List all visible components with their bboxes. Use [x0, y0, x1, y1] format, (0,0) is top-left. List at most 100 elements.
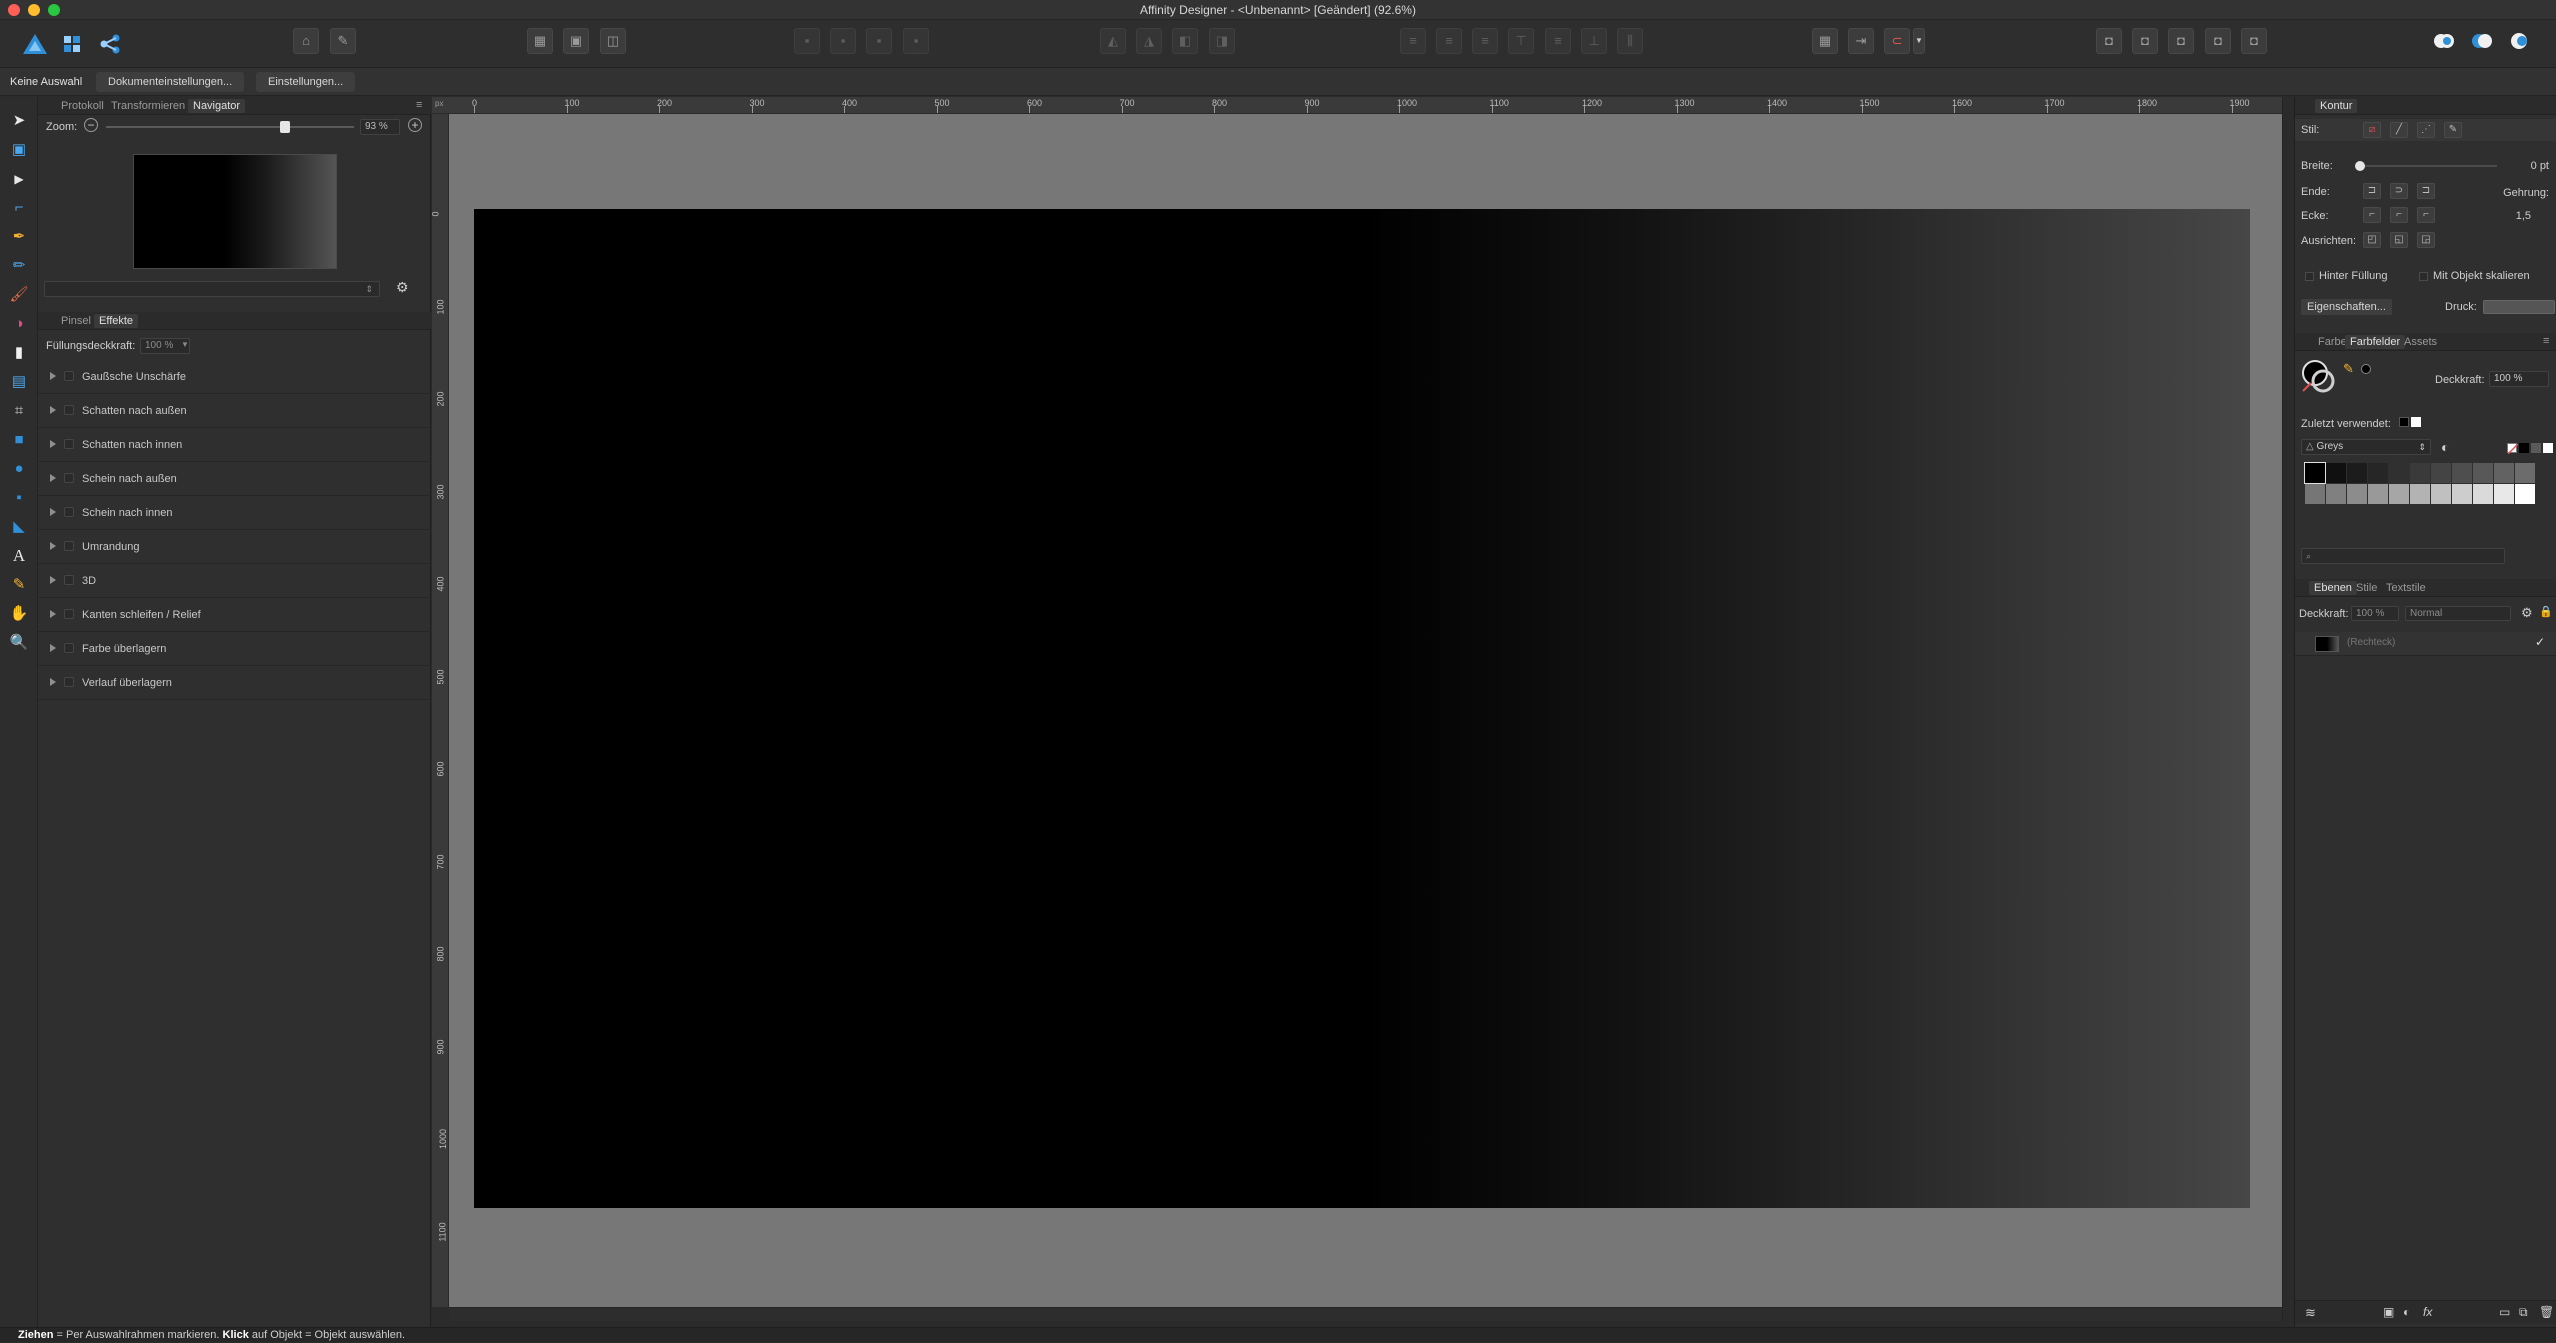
artboard-rectangle[interactable]: [474, 209, 2250, 1208]
boolean-add-icon[interactable]: ◘: [2096, 28, 2122, 54]
pixel-view-icon[interactable]: ▦: [527, 28, 553, 54]
align-bottom-icon[interactable]: ⊥: [1581, 28, 1607, 54]
grey-swatch[interactable]: [2431, 484, 2451, 504]
fill-opacity-dropdown-icon[interactable]: ▼: [181, 340, 189, 349]
grey-swatch[interactable]: [2410, 484, 2430, 504]
effect-row[interactable]: Schein nach innen: [38, 497, 431, 530]
rotate-right-icon[interactable]: ◨: [1209, 28, 1235, 54]
expand-triangle-icon[interactable]: [50, 542, 56, 550]
expand-triangle-icon[interactable]: [50, 678, 56, 686]
tab-transformieren[interactable]: Transformieren: [106, 99, 190, 113]
recent-swatch-black[interactable]: [2399, 417, 2409, 427]
expand-triangle-icon[interactable]: [50, 372, 56, 380]
outline-view-icon[interactable]: ◫: [600, 28, 626, 54]
effect-checkbox[interactable]: [64, 507, 74, 517]
tab-effekte[interactable]: Effekte: [94, 314, 139, 328]
effect-row[interactable]: Farbe überlagern: [38, 633, 431, 666]
flip-vertical-icon[interactable]: ◮: [1136, 28, 1162, 54]
align-center-icon[interactable]: ≡: [1436, 28, 1462, 54]
add-swatch-icon[interactable]: ◐: [2441, 439, 2449, 455]
behind-fill-checkbox[interactable]: [2305, 272, 2314, 281]
effect-checkbox[interactable]: [64, 643, 74, 653]
assistant-icon[interactable]: ⌂: [293, 28, 319, 54]
align-right-icon[interactable]: ≡: [1472, 28, 1498, 54]
document-settings-button[interactable]: Dokumenteinstellungen...: [96, 72, 245, 92]
grey-swatch[interactable]: [2515, 463, 2535, 483]
layer-settings-gear-icon[interactable]: ⚙: [2521, 605, 2533, 621]
tab-farbfelder[interactable]: Farbfelder: [2345, 335, 2406, 349]
effect-checkbox[interactable]: [64, 405, 74, 415]
swatch-search-field[interactable]: ⌕: [2301, 548, 2505, 564]
place-image-tool-icon[interactable]: ▤: [7, 370, 31, 394]
fx-icon[interactable]: fx: [2423, 1305, 2432, 1319]
tab-ebenen[interactable]: Ebenen: [2309, 581, 2357, 595]
grey-swatch[interactable]: [2326, 484, 2346, 504]
tab-kontur[interactable]: Kontur: [2315, 99, 2358, 113]
grey-swatch[interactable]: [2389, 484, 2409, 504]
black-swatch-quick[interactable]: [2519, 443, 2529, 453]
view-point-dropdown[interactable]: ⇕: [44, 281, 380, 297]
bevel-join-icon[interactable]: ⌐: [2417, 207, 2435, 223]
pressure-graph[interactable]: [2483, 300, 2555, 314]
stroke-properties-button[interactable]: Eigenschaften...: [2301, 299, 2392, 315]
duplicate-layer-icon[interactable]: ⧉: [2519, 1305, 2528, 1320]
boolean-subtract-icon[interactable]: ◘: [2132, 28, 2158, 54]
grey-swatch[interactable]: [2326, 463, 2346, 483]
align-inside-icon[interactable]: ◰: [2363, 232, 2381, 248]
grey-swatch[interactable]: [2431, 463, 2451, 483]
vertical-ruler[interactable]: 0 100 200 300 400 500 600 700 800 900 1000 1100: [432, 114, 449, 1307]
grey-swatch[interactable]: [2494, 484, 2514, 504]
zoom-in-icon[interactable]: +: [408, 118, 422, 132]
layer-opacity-field[interactable]: 100 %: [2351, 606, 2399, 621]
fill-stroke-selector[interactable]: [2301, 359, 2335, 393]
arrange-forward-icon[interactable]: ▪: [866, 28, 892, 54]
none-swatch-icon[interactable]: [2507, 443, 2518, 454]
adjustment-icon[interactable]: ◐: [2403, 1305, 2410, 1319]
panel-menu-icon[interactable]: ≡: [416, 99, 422, 111]
effect-row[interactable]: Verlauf überlagern: [38, 667, 431, 700]
expand-triangle-icon[interactable]: [50, 610, 56, 618]
stroke-width-slider[interactable]: [2355, 161, 2497, 171]
effect-checkbox[interactable]: [64, 575, 74, 585]
layer-row[interactable]: (Rechteck) ✓: [2295, 632, 2556, 656]
add-layer-icon[interactable]: ▭: [2499, 1305, 2510, 1319]
effect-checkbox[interactable]: [64, 677, 74, 687]
navigator-settings-gear-icon[interactable]: ⚙: [396, 279, 409, 296]
effect-checkbox[interactable]: [64, 541, 74, 551]
stroke-width-slider-handle[interactable]: [2355, 161, 2365, 171]
transparency-tool-icon[interactable]: ▮: [7, 341, 31, 365]
grey-swatch-quick[interactable]: [2531, 443, 2541, 453]
rectangle-tool-icon[interactable]: ■: [7, 428, 31, 452]
layer-lock-icon[interactable]: 🔒: [2539, 605, 2553, 618]
grey-swatch[interactable]: [2452, 484, 2472, 504]
round-cap-icon[interactable]: ⊃: [2390, 183, 2408, 199]
dashed-line-icon[interactable]: ⋰: [2417, 122, 2435, 138]
effect-checkbox[interactable]: [64, 371, 74, 381]
distribute-icon[interactable]: ⫼: [1617, 28, 1643, 54]
boolean-subtract-blue-icon[interactable]: [2470, 30, 2494, 52]
fill-tool-icon[interactable]: ◑: [7, 312, 31, 336]
align-center-stroke-icon[interactable]: ◱: [2390, 232, 2408, 248]
arrange-back-icon[interactable]: ▪: [794, 28, 820, 54]
snapping-options-icon[interactable]: ✎: [330, 28, 356, 54]
palette-dropdown[interactable]: △ Greys ⇕: [2301, 439, 2431, 455]
layer-visibility-check-icon[interactable]: ✓: [2535, 635, 2545, 649]
no-stroke-icon[interactable]: ⧄: [2363, 122, 2381, 138]
grey-swatch[interactable]: [2452, 463, 2472, 483]
node-tool-icon[interactable]: ▶: [7, 167, 31, 191]
effect-checkbox[interactable]: [64, 609, 74, 619]
move-tool-icon[interactable]: ➤: [7, 109, 31, 133]
recent-swatch-white[interactable]: [2411, 417, 2421, 427]
effect-checkbox[interactable]: [64, 473, 74, 483]
pixel-persona-icon[interactable]: [60, 32, 84, 56]
arrange-front-icon[interactable]: ▪: [903, 28, 929, 54]
boolean-intersect-icon[interactable]: ◘: [2168, 28, 2194, 54]
stroke-width-value[interactable]: 0 pt: [2501, 160, 2549, 172]
vector-brush-tool-icon[interactable]: 🖌: [7, 283, 31, 307]
settings-button[interactable]: Einstellungen...: [256, 72, 356, 92]
rotate-left-icon[interactable]: ◧: [1172, 28, 1198, 54]
export-persona-icon[interactable]: [98, 32, 122, 56]
grid-icon[interactable]: ▦: [1812, 28, 1838, 54]
effect-row[interactable]: Schatten nach innen: [38, 429, 431, 462]
corner-tool-icon[interactable]: ⌐: [7, 196, 31, 220]
